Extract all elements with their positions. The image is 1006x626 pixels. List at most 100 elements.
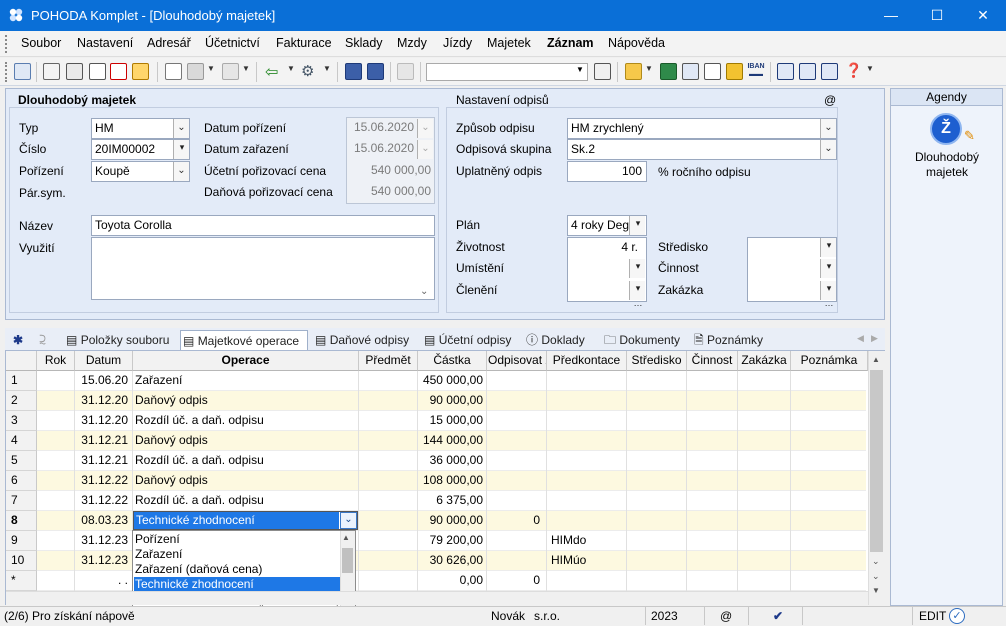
dropdown-scroll-thumb[interactable] [342, 548, 353, 573]
row-number[interactable]: 2 [6, 391, 37, 411]
cell-odpisovat[interactable]: 0 [488, 511, 544, 531]
row-number[interactable]: 1 [6, 371, 37, 391]
cell-castka[interactable]: 450 000,00 [419, 371, 485, 391]
pdf-icon[interactable] [110, 63, 127, 80]
dropdown-option[interactable]: Zařazení (daňová cena) [134, 562, 340, 577]
agenda-item-line2[interactable]: majetek [913, 165, 981, 179]
cell-datum[interactable]: 31.12.22 [76, 471, 132, 491]
cell-predkontace[interactable] [551, 491, 625, 511]
new-record-icon[interactable] [165, 63, 182, 80]
tab-majetkove-operace[interactable]: ▤ Majetkové operace [180, 330, 308, 351]
cell-predkontace[interactable] [551, 471, 625, 491]
col-header-predkontace[interactable]: Předkontace [547, 351, 627, 371]
agenda-panel-icon[interactable] [14, 63, 31, 80]
cell-predkontace[interactable] [551, 371, 625, 391]
cell-datum[interactable]: 31.12.21 [76, 451, 132, 471]
cell-operace[interactable]: Rozdíl úč. a daň. odpisu [135, 451, 357, 471]
window-split-icon[interactable] [799, 63, 816, 80]
dropdown-option[interactable]: Technické zhodnocení [134, 577, 340, 592]
cell-odpisovat[interactable]: 0 [488, 571, 544, 591]
porizeni-dropdown-icon[interactable]: ⌄ [173, 162, 189, 181]
cell-datum[interactable]: 31.12.23 [76, 531, 132, 551]
dropdown-option[interactable]: Zařazení [134, 547, 340, 562]
settings-gear-icon[interactable]: ⚙ [301, 62, 314, 80]
save-all-icon[interactable] [367, 63, 384, 80]
col-header-cinnost[interactable]: Činnost [687, 351, 738, 371]
open-folder-icon[interactable] [625, 63, 642, 80]
tab-scroll-left-icon[interactable]: ◀ [857, 333, 864, 344]
row-number[interactable]: 7 [6, 491, 37, 511]
cell-datum[interactable]: . . [76, 571, 132, 591]
row-number[interactable]: * [6, 571, 37, 591]
copy-icon[interactable] [43, 63, 60, 80]
cell-predkontace[interactable] [551, 571, 625, 591]
grid-scroll-down-icon[interactable]: ⌄ [872, 556, 880, 567]
cell-odpisovat[interactable] [488, 531, 544, 551]
row-number[interactable]: 8 [6, 511, 37, 531]
zakazka-selector-icon[interactable]: ▾… [820, 281, 836, 308]
agenda-item-line1[interactable]: Dlouhodobý [913, 150, 981, 164]
col-header-odpisovat[interactable]: Odpisovat z [487, 351, 547, 371]
menu-jizdy[interactable]: Jízdy [443, 36, 472, 50]
tab-ucetni-odpisy[interactable]: ▤ Účetní odpisy [422, 330, 511, 350]
tab-dokumenty[interactable]: 🗀 Dokumenty [602, 330, 680, 350]
col-header-operace[interactable]: Operace [133, 351, 359, 371]
cell-predkontace[interactable] [551, 391, 625, 411]
cell-operace[interactable]: Zařazení [135, 371, 357, 391]
menu-majetek[interactable]: Majetek [487, 36, 531, 50]
vyuziti-textarea[interactable] [91, 237, 435, 300]
cell-odpisovat[interactable] [488, 491, 544, 511]
cell-castka[interactable]: 144 000,00 [419, 431, 485, 451]
settings-dropdown-icon[interactable]: ▼ [323, 64, 331, 73]
quick-search-dropdown-icon[interactable]: ▼ [576, 65, 584, 74]
cell-odpisovat[interactable] [488, 551, 544, 571]
skupina-select[interactable]: Sk.2 [567, 139, 837, 160]
row-number[interactable]: 4 [6, 431, 37, 451]
row-number[interactable]: 3 [6, 411, 37, 431]
cell-odpisovat[interactable] [488, 411, 544, 431]
col-header-castka[interactable]: Částka [418, 351, 487, 371]
cell-odpisovat[interactable] [488, 451, 544, 471]
menu-zaznam[interactable]: Záznam [547, 36, 594, 50]
print-icon[interactable] [66, 63, 83, 80]
cell-operace[interactable]: Rozdíl úč. a daň. odpisu [135, 411, 357, 431]
cell-castka[interactable]: 90 000,00 [419, 391, 485, 411]
menu-nastaveni[interactable]: Nastavení [77, 36, 133, 50]
save-icon[interactable] [345, 63, 362, 80]
cinnost-selector-icon[interactable]: ▾… [820, 259, 836, 286]
grid-scroll-top-icon[interactable]: ▲ [872, 355, 880, 364]
operace-dropdown-icon[interactable]: ⌄ [340, 512, 357, 529]
dropdown-scroll-up-icon[interactable]: ▲ [342, 533, 350, 542]
help-icon[interactable]: ❓ [845, 62, 862, 79]
window-list-icon[interactable] [821, 63, 838, 80]
col-header-poznamka[interactable]: Poznámka [791, 351, 868, 371]
cell-datum[interactable]: 31.12.20 [76, 411, 132, 431]
dropdown-option[interactable]: Pořízení [134, 532, 340, 547]
cell-odpisovat[interactable] [488, 391, 544, 411]
filter-icon[interactable] [594, 63, 611, 80]
col-header-datum[interactable]: Datum [75, 351, 133, 371]
row-number[interactable]: 10 [6, 551, 37, 571]
cell-predkontace[interactable] [551, 511, 625, 531]
menu-fakturace[interactable]: Fakturace [276, 36, 332, 50]
cell-operace[interactable]: Daňový odpis [135, 391, 357, 411]
menu-ucetnictvi[interactable]: Účetnictví [205, 36, 260, 50]
cell-castka[interactable]: 90 000,00 [419, 511, 485, 531]
cell-operace[interactable]: Daňový odpis [135, 431, 357, 451]
quick-search-combo[interactable] [426, 63, 588, 81]
col-header-zakazka[interactable]: Zakázka [738, 351, 791, 371]
maximize-button[interactable]: ☐ [914, 0, 960, 31]
grid-scroll-bottom-icon[interactable]: ▼ [872, 586, 880, 595]
table-icon[interactable] [682, 63, 699, 80]
cell-datum[interactable]: 31.12.21 [76, 431, 132, 451]
iban-icon[interactable]: IBAN ▬▬ [746, 63, 766, 80]
cell-predkontace[interactable]: HIMdo [551, 531, 625, 551]
skupina-dropdown-icon[interactable]: ⌄ [820, 140, 836, 159]
menu-soubor[interactable]: Soubor [21, 36, 61, 50]
cell-castka[interactable]: 0,00 [419, 571, 485, 591]
cell-castka[interactable]: 108 000,00 [419, 471, 485, 491]
row-number[interactable]: 9 [6, 531, 37, 551]
tab-doklady[interactable]: ⓘ Doklady [524, 330, 585, 350]
cell-operace[interactable]: Daňový odpis [135, 471, 357, 491]
plan-selector-icon[interactable]: ▾… [629, 216, 645, 243]
